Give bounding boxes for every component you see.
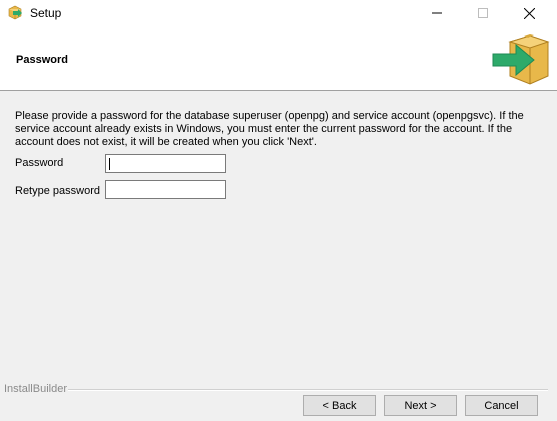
window-title: Setup bbox=[30, 6, 62, 20]
password-field[interactable] bbox=[105, 154, 226, 173]
text-caret bbox=[109, 158, 110, 170]
wizard-header: Password bbox=[0, 26, 557, 91]
box-arrow-icon bbox=[492, 34, 550, 85]
back-button[interactable]: < Back bbox=[303, 395, 376, 416]
close-icon bbox=[523, 7, 535, 19]
box-icon bbox=[8, 5, 22, 20]
maximize-button[interactable] bbox=[460, 0, 506, 26]
title-bar: Setup bbox=[0, 0, 557, 26]
footer-divider bbox=[68, 389, 548, 391]
next-button[interactable]: Next > bbox=[384, 395, 457, 416]
retype-password-field[interactable] bbox=[105, 180, 226, 199]
close-button[interactable] bbox=[506, 0, 552, 26]
brand-label: InstallBuilder bbox=[4, 383, 67, 395]
minimize-icon bbox=[432, 12, 442, 14]
minimize-button[interactable] bbox=[414, 0, 460, 26]
password-label: Password bbox=[15, 157, 64, 169]
retype-password-label: Retype password bbox=[15, 185, 100, 197]
page-title: Password bbox=[16, 54, 68, 66]
cancel-button[interactable]: Cancel bbox=[465, 395, 538, 416]
maximize-icon bbox=[478, 8, 488, 18]
description-text: Please provide a password for the databa… bbox=[15, 110, 524, 148]
